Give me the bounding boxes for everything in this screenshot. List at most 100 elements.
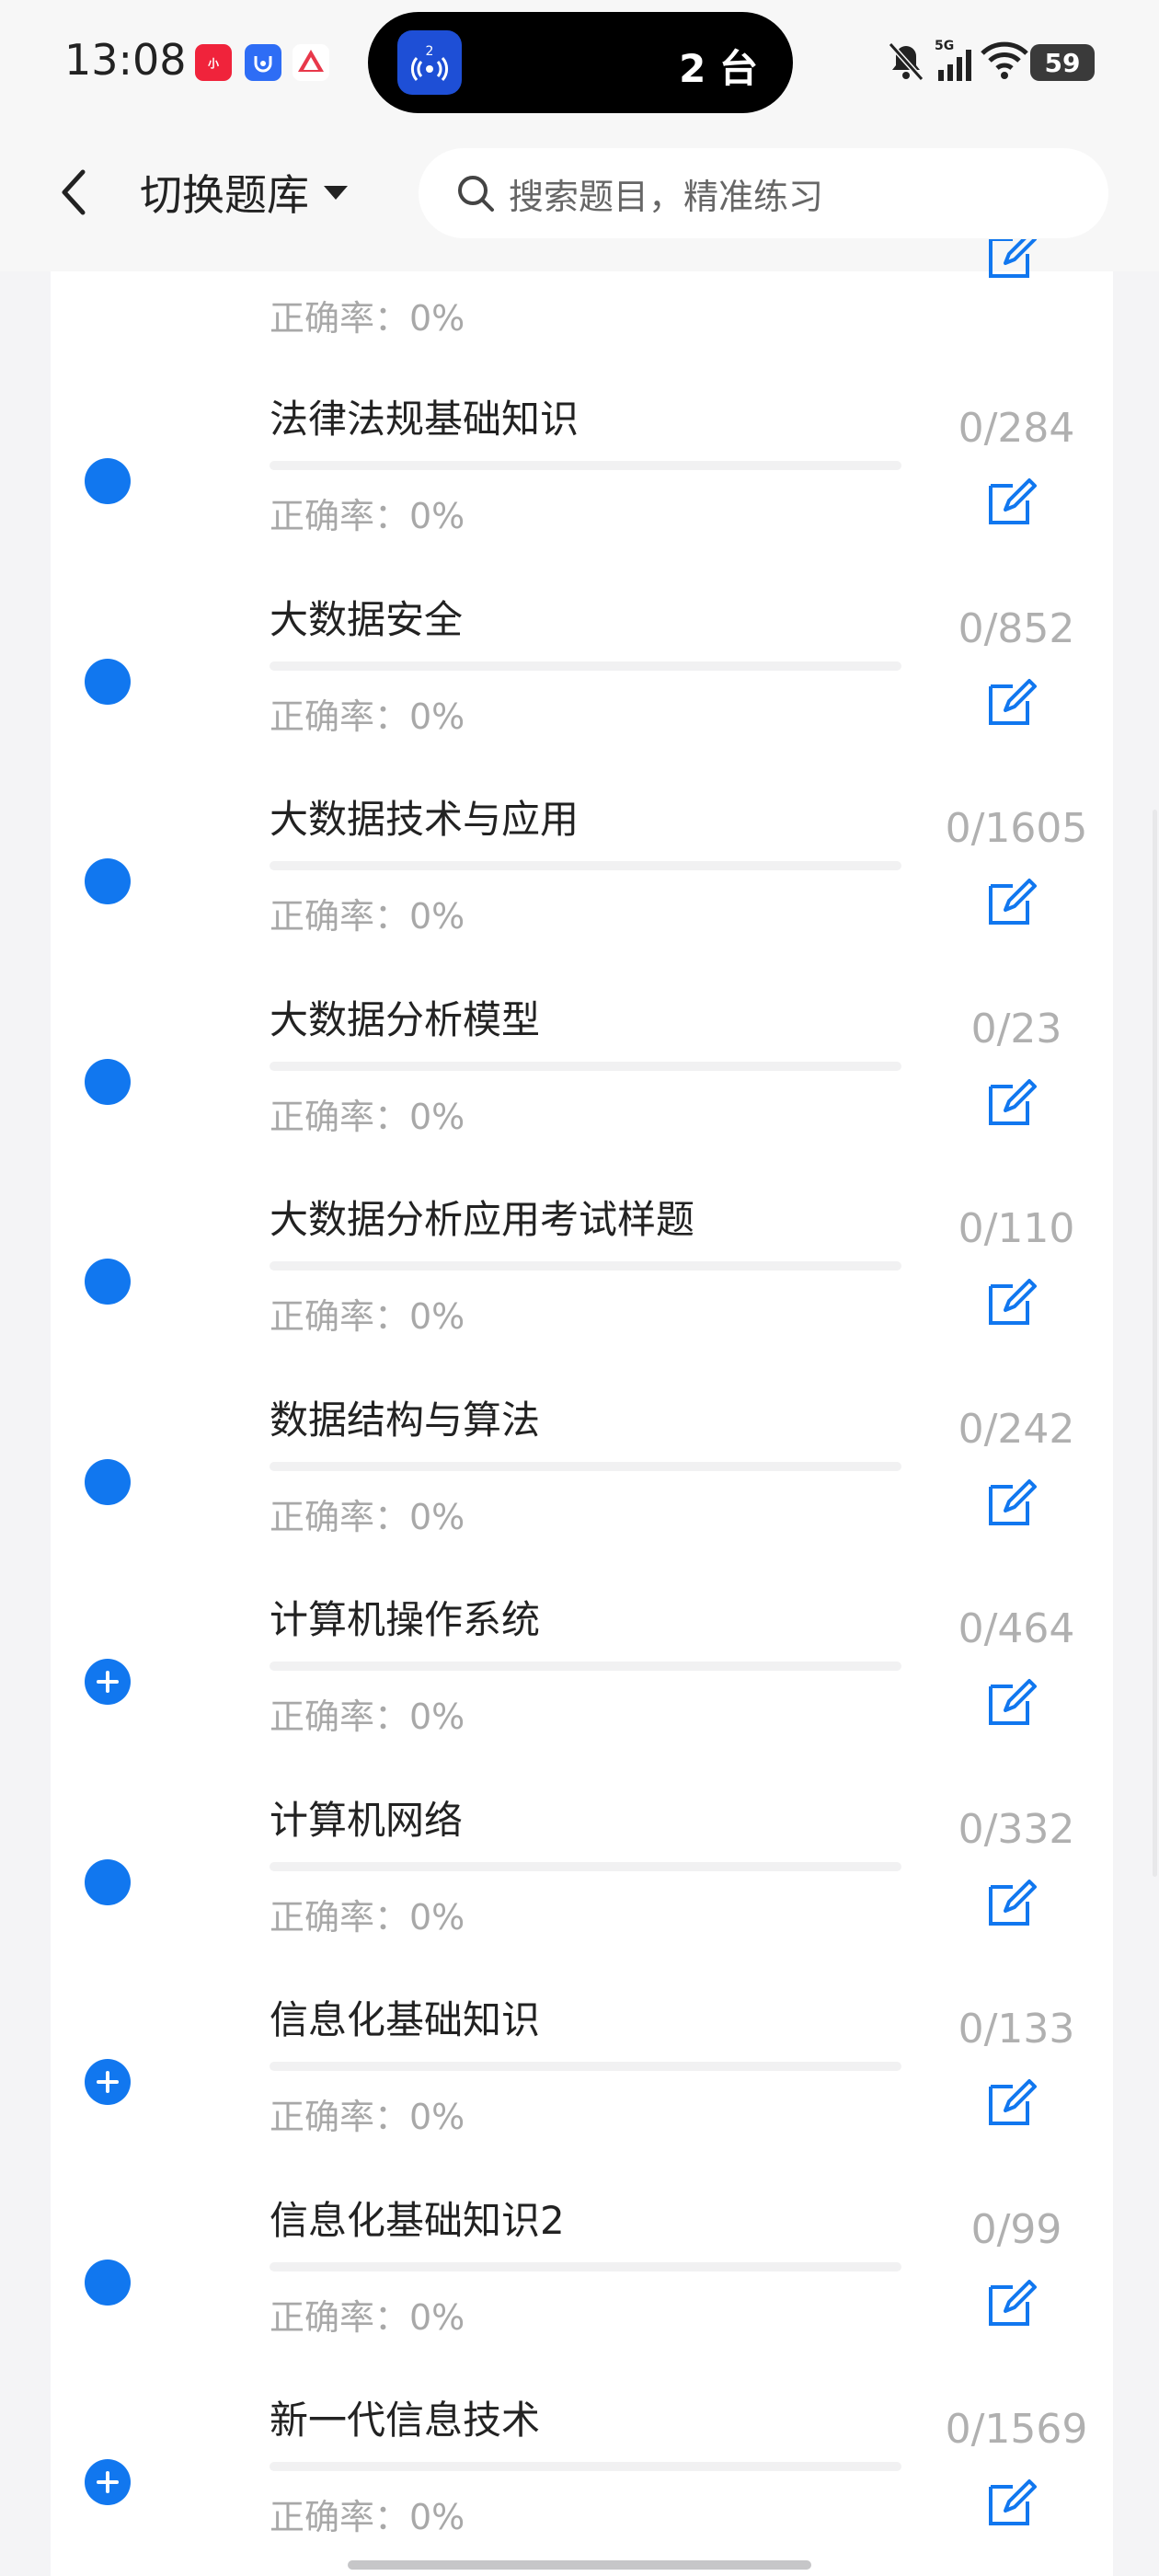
item-title: 计算机操作系统: [270, 1597, 541, 1642]
progress-bar: [270, 861, 901, 870]
accuracy-label: 正确率：0%: [270, 2296, 465, 2338]
list-item[interactable]: 大数据分析应用考试样题 正确率：0% 0/110: [51, 1168, 1113, 1368]
edit-icon[interactable]: [981, 469, 1046, 534]
accuracy-label: 正确率：0%: [270, 2497, 465, 2537]
notification-app-icon: 小: [195, 44, 232, 81]
progress-bar: [270, 1061, 901, 1071]
edit-icon[interactable]: [981, 2271, 1046, 2335]
edit-icon[interactable]: [981, 1870, 1046, 1935]
accuracy-label: 正确率：0%: [270, 1696, 465, 1737]
item-title: 信息化基础知识2: [270, 2197, 565, 2243]
status-bar: 13:08 小 2 2 台 5G 59: [0, 0, 1159, 124]
notification-app-icon: [293, 44, 329, 81]
question-count: 0/110: [958, 1205, 1075, 1252]
item-title: 计算机网络: [270, 1797, 464, 1843]
question-count: 0/464: [958, 1605, 1075, 1652]
progress-bar: [270, 1861, 901, 1871]
question-count: 0/284: [958, 405, 1075, 452]
accuracy-label: 正确率：0%: [270, 1496, 465, 1537]
question-count: 0/332: [958, 1805, 1075, 1853]
accuracy-label: 正确率：0%: [270, 896, 465, 937]
item-title: 大数据分析模型: [270, 996, 541, 1042]
search-placeholder: 搜索题目，精准练习: [509, 176, 824, 217]
accuracy-label: 正确率：0%: [270, 496, 465, 536]
bullet-dot-icon: [85, 1259, 131, 1305]
edit-icon[interactable]: [981, 1270, 1046, 1334]
switch-bank-dropdown[interactable]: 切换题库: [140, 165, 350, 220]
question-count: 0/23: [970, 1005, 1062, 1052]
progress-bar: [270, 2261, 901, 2271]
list-item[interactable]: 计算机操作系统正确率：0% 0/464: [51, 1569, 1113, 1768]
wifi-icon: [981, 41, 1028, 79]
bullet-dot-icon: [85, 458, 131, 504]
progress-bar: [270, 1461, 901, 1471]
chevron-left-icon: [62, 169, 86, 215]
edit-icon[interactable]: [981, 239, 1046, 294]
island-text: 2 台: [679, 46, 758, 91]
mute-icon: [888, 41, 924, 82]
status-time: 13:08: [64, 35, 187, 85]
bullet-dot-icon: [85, 2259, 131, 2306]
progress-bar: [270, 461, 901, 470]
progress-bar: [270, 1662, 901, 1671]
battery-indicator: 59: [1030, 44, 1095, 81]
expand-plus-icon[interactable]: [85, 2059, 131, 2105]
list-item[interactable]: 信息化基础知识正确率：0% 0/133: [51, 1969, 1113, 2168]
scrollbar[interactable]: [1153, 810, 1157, 1877]
bullet-dot-icon: [85, 858, 131, 904]
question-count: 0/852: [958, 604, 1075, 652]
list-item[interactable]: 信息化基础知识2 正确率：0% 0/99: [51, 2169, 1113, 2369]
broadcast-icon: 2: [397, 30, 462, 95]
question-count: 0/133: [958, 2006, 1075, 2053]
item-title: 大数据安全: [270, 596, 464, 642]
switch-bank-label: 切换题库: [140, 170, 309, 220]
list-item[interactable]: 大数据技术与应用正确率：0% 0/1605: [51, 768, 1113, 968]
expand-plus-icon[interactable]: [85, 2459, 131, 2505]
list-item[interactable]: 新一代信息技术正确率：0% 0/1569: [51, 2369, 1113, 2569]
question-count: 0/242: [958, 1405, 1075, 1453]
svg-text:2: 2: [426, 44, 434, 59]
bullet-dot-icon: [85, 1858, 131, 1905]
edit-icon[interactable]: [981, 670, 1046, 734]
home-indicator[interactable]: [348, 2560, 811, 2570]
edit-icon[interactable]: [981, 2470, 1046, 2535]
edit-icon[interactable]: [981, 869, 1046, 934]
search-input[interactable]: 搜索题目，精准练习: [419, 148, 1108, 238]
list-item[interactable]: 法律法规基础知识正确率：0% 0/284: [51, 368, 1113, 568]
item-title: 信息化基础知识: [270, 1997, 541, 2042]
list-item[interactable]: 大数据分析模型正确率：0% 0/23: [51, 969, 1113, 1168]
caret-down-icon: [324, 186, 348, 200]
edit-icon[interactable]: [981, 1670, 1046, 1734]
dynamic-island[interactable]: 2 2 台: [368, 12, 793, 113]
question-count: 0/1569: [945, 2406, 1088, 2453]
item-title: 数据结构与算法: [270, 1397, 541, 1443]
list-item[interactable]: 数据结构与算法正确率：0% 0/242: [51, 1369, 1113, 1569]
edit-icon[interactable]: [981, 1070, 1046, 1134]
edit-icon[interactable]: [981, 2070, 1046, 2134]
signal-icon: 5G: [935, 39, 971, 81]
list-item[interactable]: 大数据安全正确率：0% 0/852: [51, 569, 1113, 768]
bullet-dot-icon: [85, 1058, 131, 1105]
bullet-dot-icon: [85, 658, 131, 705]
search-icon: [458, 176, 494, 212]
progress-bar: [270, 2462, 901, 2471]
question-count: 0/99: [970, 2205, 1062, 2253]
item-title: 法律法规基础知识: [270, 397, 580, 442]
list-item[interactable]: 计算机网络正确率：0% 0/332: [51, 1769, 1113, 1969]
accuracy-label: 正确率：0%: [270, 696, 465, 737]
back-button[interactable]: [44, 163, 103, 222]
accuracy-label: 正确率：0%: [270, 1096, 465, 1137]
accuracy-label: 正确率：0%: [270, 2097, 465, 2137]
notification-app-icon: [245, 44, 281, 81]
network-type: 5G: [935, 39, 954, 53]
progress-bar: [270, 1261, 901, 1271]
question-count: 0/1605: [945, 805, 1088, 852]
progress-bar: [270, 661, 901, 671]
item-title: 大数据技术与应用: [270, 797, 580, 842]
accuracy-label: 正确率：0%: [270, 1896, 465, 1938]
edit-icon[interactable]: [981, 1470, 1046, 1535]
expand-plus-icon[interactable]: [85, 1659, 131, 1705]
accuracy-label: 正确率：0%: [270, 1296, 465, 1337]
bullet-dot-icon: [85, 1458, 131, 1505]
item-title: 新一代信息技术: [270, 2398, 541, 2443]
